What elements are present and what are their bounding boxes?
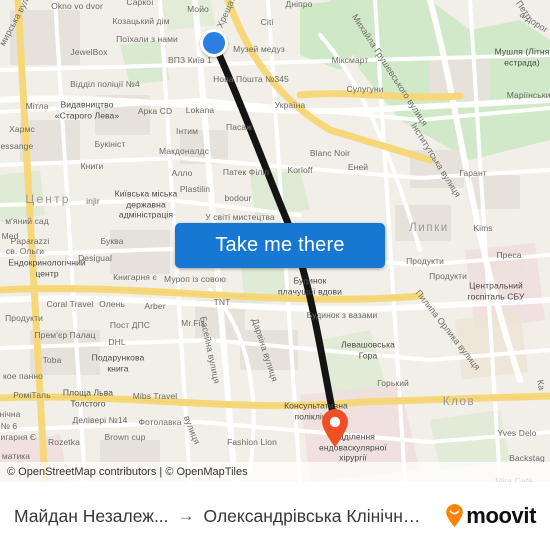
map-label: Площа Льва Толстого <box>62 387 114 409</box>
map-label: Будинок плачущої вдови <box>278 275 342 297</box>
map-label: Пасаж <box>226 122 252 132</box>
map-label: injir <box>86 196 100 206</box>
map-label: Буква <box>100 236 124 246</box>
map-label: Продукти <box>429 271 467 281</box>
arrow-right-icon: → <box>177 506 195 525</box>
map-label: Олень <box>99 299 125 309</box>
map-label: Україна <box>274 100 306 110</box>
origin-marker[interactable] <box>200 29 228 57</box>
map-label: Ендокринологічний центр <box>8 257 86 279</box>
map-label: Arber <box>144 301 166 311</box>
map-label: У світі мистецтва <box>205 212 275 222</box>
map-label: TNT <box>213 297 231 307</box>
map-label: Будинок з вазами <box>306 310 378 320</box>
map-label: Маріїнський <box>506 90 550 100</box>
map-label: Відділ поліції №4 <box>70 79 140 89</box>
map-label: м'яний сад <box>5 216 49 226</box>
map-label: Поїхали з нами <box>116 34 178 44</box>
map-label: РоміТаль <box>13 390 51 400</box>
map-label: Алло <box>171 168 193 178</box>
map-label: Еней <box>347 162 369 172</box>
take-me-there-label: Take me there <box>215 234 345 256</box>
map-label: Міксмарт <box>331 55 369 65</box>
map-label: ВПЗ Київ 1 <box>168 55 212 65</box>
map-label: Пост ДПС <box>109 320 151 330</box>
map-label: Okno vo dvor <box>51 1 103 11</box>
map-label: Yves Delo <box>497 428 537 438</box>
map-label: Kims <box>473 223 493 233</box>
map-label: Blanc Noir <box>309 148 351 158</box>
map-label: Делівері №14 <box>72 415 128 425</box>
map-label: Гарант <box>459 168 487 178</box>
map-label: Клов <box>442 396 476 408</box>
map-label: Нова Пошта №345 <box>213 74 289 84</box>
moovit-wordmark: moovit <box>466 503 536 528</box>
map-label: матика <box>1 451 31 461</box>
map-label: Mibs Travel <box>132 391 178 401</box>
map-label: Toba <box>42 355 62 365</box>
map-label: Книгарня є <box>113 272 157 282</box>
map-label: Горький <box>377 378 409 388</box>
map-label: Липки <box>409 222 449 234</box>
map-label: Фотолавка <box>138 417 182 427</box>
map-label: Подарункова книга <box>91 352 145 374</box>
moovit-logo[interactable]: moovit <box>445 503 550 529</box>
map-label: Прем'єр Палац <box>34 330 96 340</box>
map-label: св. Ольги <box>5 246 45 256</box>
map-label: Саркої <box>126 0 154 7</box>
map-label: Korloff <box>287 165 313 175</box>
map-label: Продукти <box>406 256 444 266</box>
map-label: JewelBox <box>70 47 108 57</box>
map-label: Макдоналдс <box>159 146 209 156</box>
map-label: Brown cup <box>104 432 146 442</box>
attribution-text: © OpenStreetMap contributors | © OpenMap… <box>7 466 248 478</box>
map-label: Патек Філіп <box>222 167 270 177</box>
destination-marker[interactable] <box>320 408 350 448</box>
map-label: Lokana <box>185 105 215 115</box>
map-label: Левашовська Гора <box>341 339 395 361</box>
map-label: Музей медуз <box>233 44 285 54</box>
map-label: Продукти <box>5 313 43 323</box>
map-label: Мітла <box>25 101 49 111</box>
map-label: нічна <box>0 409 21 419</box>
map-label: Інтим <box>175 126 199 136</box>
footer-bar: Майдан Незалеж... → Олександрівська Клін… <box>0 482 550 550</box>
map-label: Rozetka <box>48 437 80 447</box>
map-label: Citi <box>260 17 274 27</box>
map-label: Bessange <box>0 141 34 151</box>
map-label: Преса <box>496 250 522 260</box>
route-origin-label: Майдан Незалеж... <box>14 505 169 526</box>
moovit-pin-icon <box>445 504 464 528</box>
route-summary[interactable]: Майдан Незалеж... → Олександрівська Клін… <box>0 506 445 527</box>
map-label: bodour <box>224 193 252 203</box>
map-label: Київська міська державна адміністрація <box>114 188 178 220</box>
map-label: Книги <box>80 161 104 171</box>
map-label: Козацький дім <box>112 16 170 26</box>
map-label: DHL <box>108 337 126 347</box>
route-destination-label: Олександрівська Клінічна ... <box>203 505 429 526</box>
map-label: Мойо <box>187 4 209 14</box>
map-label: Coral Travel <box>46 299 94 309</box>
map-label: Дніпро <box>285 0 313 9</box>
map-label: нигарня Є <box>0 432 37 442</box>
map-label: Мушля (Літня естрада) <box>494 46 550 68</box>
map-label: Plastilin <box>179 184 211 194</box>
map-label: Центральний госпіталь СБУ <box>467 280 525 302</box>
map-street-label: Ка <box>535 378 547 392</box>
map-label: Арка CD <box>137 106 173 116</box>
take-me-there-button[interactable]: Take me there <box>175 223 385 268</box>
map-label: Букініст <box>94 139 126 149</box>
moovit-map-screen: Okno vo dvor Козацький дім Поїхали з нами J… <box>0 0 550 550</box>
map-label: кое панно <box>3 371 43 381</box>
map-label: Сулугуни <box>346 84 384 94</box>
map-label: Центр <box>25 192 71 206</box>
map-label: Хармс <box>9 124 35 134</box>
map-attribution[interactable]: © OpenStreetMap contributors | © OpenMap… <box>0 462 550 482</box>
map-label: № 6 <box>0 421 18 431</box>
map-label: Видавництво «Старого Лева» <box>54 99 120 121</box>
map-label: Fashion Lion <box>227 437 277 447</box>
map-canvas[interactable]: Okno vo dvor Козацький дім Поїхали з нами J… <box>0 0 550 482</box>
map-label: Paparazzi <box>10 236 50 246</box>
map-label: Муроп із совою <box>164 274 226 284</box>
